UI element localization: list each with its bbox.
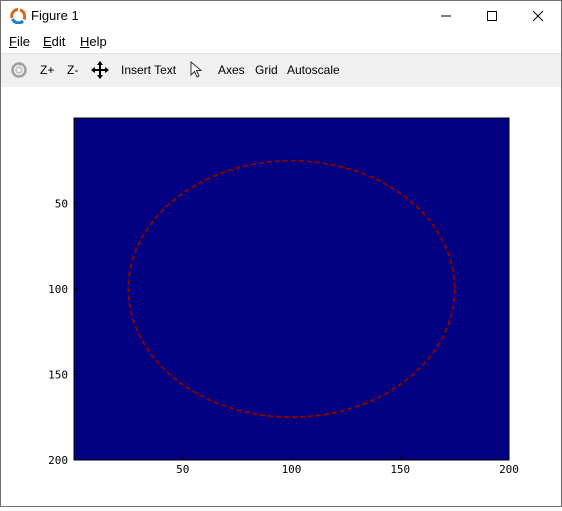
- minimize-button[interactable]: [423, 1, 469, 31]
- autoscale-button[interactable]: Autoscale: [287, 63, 340, 77]
- x-tick-label: 200: [499, 463, 519, 476]
- chart-svg[interactable]: 50 100 150 200 50 100 150 200: [1, 87, 561, 506]
- grid-button[interactable]: Grid: [255, 63, 278, 77]
- menu-help-label: elp: [89, 34, 107, 49]
- menu-help[interactable]: Help: [80, 34, 107, 49]
- pointer-arrow-icon[interactable]: [190, 61, 204, 79]
- rotate-icon[interactable]: [10, 61, 28, 79]
- menu-file[interactable]: File: [9, 34, 30, 49]
- menu-file-accel: F: [9, 34, 17, 49]
- y-tick-label: 50: [55, 198, 68, 211]
- app-logo-icon: [10, 8, 26, 24]
- maximize-icon: [487, 11, 497, 21]
- y-tick-label: 150: [48, 369, 68, 382]
- pan-move-icon[interactable]: [91, 61, 109, 79]
- zoom-in-button[interactable]: Z+: [40, 63, 54, 77]
- toolbar: Z+ Z- Insert Text Axes Grid Autoscale: [1, 53, 561, 88]
- maximize-button[interactable]: [469, 1, 515, 31]
- menu-help-accel: H: [80, 34, 90, 49]
- menu-edit-accel: E: [43, 34, 52, 49]
- minimize-icon: [441, 15, 451, 17]
- plot-area: 50 100 150 200 50 100 150 200: [1, 87, 561, 506]
- y-tick-label: 200: [48, 454, 68, 467]
- axes-button[interactable]: Axes: [218, 63, 245, 77]
- x-tick-label: 50: [176, 463, 189, 476]
- y-tick-label: 100: [48, 283, 68, 296]
- menu-edit-label: dit: [51, 34, 66, 49]
- close-icon: [532, 10, 544, 22]
- close-button[interactable]: [515, 1, 561, 31]
- menu-file-label: ile: [16, 34, 30, 49]
- menu-bar: File Edit Help: [1, 31, 561, 53]
- image-background: [73, 117, 510, 461]
- menu-edit[interactable]: Edit: [43, 34, 65, 49]
- title-bar[interactable]: Figure 1: [1, 1, 561, 31]
- x-tick-label: 150: [390, 463, 410, 476]
- figure-window: Figure 1 File Edit Help Z+ Z- Insert Tex…: [0, 0, 562, 507]
- insert-text-button[interactable]: Insert Text: [121, 63, 176, 77]
- window-title: Figure 1: [31, 8, 79, 23]
- x-tick-label: 100: [282, 463, 302, 476]
- zoom-out-button[interactable]: Z-: [67, 63, 78, 77]
